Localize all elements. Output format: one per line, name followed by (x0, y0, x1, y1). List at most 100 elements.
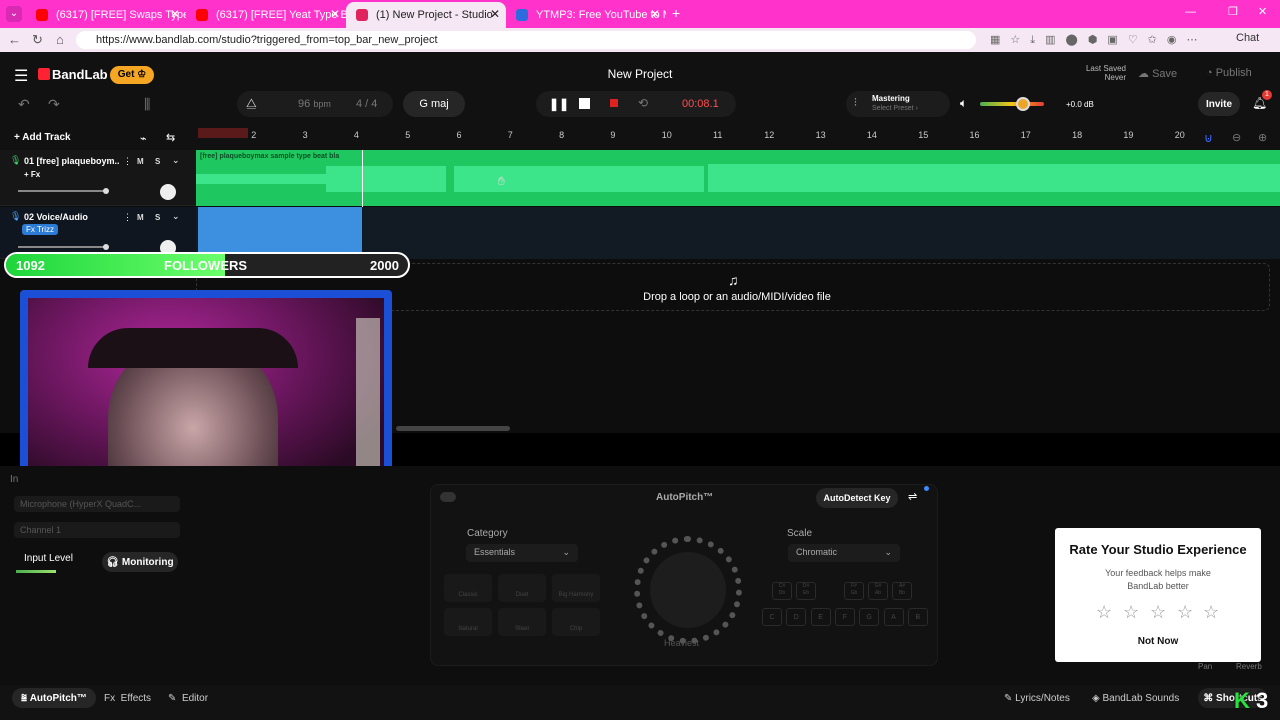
horizontal-scrollbar[interactable] (396, 426, 510, 431)
publish-button[interactable]: ◔ Publish (1206, 67, 1252, 79)
tab-3[interactable]: (1) New Project - Studio ✕ (346, 2, 506, 28)
sharp-key[interactable]: D# Eb (796, 582, 816, 600)
fx-chip[interactable]: Fx Trizz (22, 224, 58, 235)
mute-button[interactable]: M (137, 213, 144, 222)
track-1-name[interactable]: 01 [free] plaqueboym... (24, 156, 120, 166)
close-icon[interactable]: ✕ (490, 7, 500, 21)
note-key[interactable]: B (907, 608, 928, 626)
track-2-name[interactable]: 02 Voice/Audio (24, 212, 88, 222)
redo-icon[interactable]: ↷ (48, 96, 60, 113)
sharp-key[interactable]: C# Db (772, 582, 792, 600)
editor-tab[interactable]: ✎ Editor (168, 693, 208, 704)
timeline-ruler[interactable]: 1234567891011121314151617181920 (196, 128, 1280, 150)
star-2-icon[interactable]: ☆ (1123, 602, 1139, 623)
close-window-icon[interactable]: ✕ (1258, 5, 1267, 18)
save-button[interactable]: ☁ Save (1138, 67, 1177, 80)
magnet-icon[interactable]: ⊍ (1204, 131, 1213, 145)
autodetect-key-button[interactable]: AutoDetect Key (816, 488, 898, 508)
sharp-key[interactable]: G# Ab (868, 582, 888, 600)
zoom-in-icon[interactable]: ⊕ (1258, 131, 1267, 144)
time-signature[interactable]: 4 / 4 (356, 98, 377, 110)
note-key[interactable]: D (786, 608, 807, 626)
tab-1[interactable]: (6317) [FREE] Swaps Type Beat - "I✕ (26, 2, 186, 28)
star-5-icon[interactable]: ☆ (1203, 602, 1219, 623)
project-title[interactable]: New Project (560, 67, 720, 81)
automation-icon[interactable]: ⌁ (140, 132, 147, 145)
preset-button[interactable]: Chip (552, 608, 600, 636)
undo-icon[interactable]: ↶ (18, 96, 30, 113)
mute-button[interactable]: M (137, 157, 144, 166)
bpm-field[interactable]: 96 bpm (298, 98, 331, 110)
close-icon[interactable]: ✕ (650, 7, 660, 21)
preset-button[interactable]: Big Harmony (552, 574, 600, 602)
autopitch-toggle[interactable] (440, 492, 456, 502)
pause-button[interactable]: ❚❚ (549, 97, 569, 111)
close-icon[interactable]: ✕ (170, 7, 180, 21)
reload-icon[interactable]: ↻ (32, 32, 43, 48)
mixer-icon[interactable]: ⫼ (144, 96, 150, 113)
add-track-button[interactable]: + Add Track (14, 132, 71, 143)
settings-sliders-icon[interactable]: ⇌ (908, 490, 917, 503)
stop-button[interactable] (579, 98, 590, 109)
chevron-down-icon[interactable]: ⌄ (172, 211, 180, 222)
chat-button[interactable]: Chat (1236, 32, 1259, 44)
lyrics-button[interactable]: ✎ Lyrics/Notes (1004, 693, 1070, 704)
note-key[interactable]: E (810, 608, 831, 626)
channel-select[interactable]: Channel 1 (14, 522, 180, 538)
loop-region[interactable] (198, 128, 248, 138)
preset-button[interactable]: Duet (498, 574, 546, 602)
close-icon[interactable]: ✕ (330, 7, 340, 21)
bandlab-logo[interactable]: BandLab (52, 67, 108, 82)
scale-select[interactable]: Chromatic ⌄ (788, 544, 900, 562)
track-2-volume-slider[interactable] (18, 244, 109, 250)
tab-menu-icon[interactable]: ⌄ (6, 6, 22, 22)
note-key[interactable]: A (883, 608, 904, 626)
key-button[interactable]: G maj (403, 91, 465, 117)
track-menu-icon[interactable]: ⋮ (123, 156, 132, 167)
track-1-volume-slider[interactable] (18, 188, 109, 194)
minimize-icon[interactable]: — (1185, 6, 1196, 18)
filter-icon[interactable]: ⇆ (166, 131, 175, 144)
master-volume-slider[interactable] (980, 102, 1044, 106)
speaker-icon[interactable]: 🔈︎ (960, 96, 967, 111)
add-fx-button[interactable]: + Fx (24, 170, 40, 179)
preset-button[interactable]: Classic (444, 574, 492, 602)
loop-icon[interactable]: ⟲ (638, 96, 648, 110)
sharp-key[interactable]: F# Gb (844, 582, 864, 600)
home-icon[interactable]: ⌂ (56, 32, 64, 47)
invite-button[interactable]: Invite (1198, 92, 1240, 116)
browser-toolbar-icons[interactable]: ▦☆⤓▥⬤⬢▣♡✩◉⋯ (990, 33, 1208, 47)
track-1-pan-knob[interactable] (160, 184, 176, 200)
record-button[interactable] (610, 99, 618, 107)
track-menu-icon[interactable]: ⋮ (123, 212, 132, 223)
solo-button[interactable]: S (155, 157, 160, 166)
sharp-key[interactable]: A# Bb (892, 582, 912, 600)
url-field[interactable]: https://www.bandlab.com/studio?triggered… (76, 31, 976, 49)
master-volume-handle[interactable] (1016, 97, 1030, 111)
monitoring-button[interactable]: 🎧︎ Monitoring (102, 552, 178, 572)
note-key[interactable]: F (834, 608, 855, 626)
star-4-icon[interactable]: ☆ (1177, 602, 1193, 623)
solo-button[interactable]: S (155, 213, 160, 222)
preset-button[interactable]: Natural (444, 608, 492, 636)
new-tab-icon[interactable]: + (672, 5, 680, 21)
not-now-button[interactable]: Not Now (1055, 636, 1261, 647)
autopitch-knob[interactable] (650, 552, 726, 628)
effects-tab[interactable]: Fx Effects (104, 693, 151, 704)
maximize-icon[interactable]: ❐ (1228, 5, 1238, 18)
back-icon[interactable]: ← (8, 32, 21, 47)
chevron-down-icon[interactable]: ⌄ (172, 155, 180, 166)
zoom-out-icon[interactable]: ⊖ (1232, 131, 1241, 144)
sounds-button[interactable]: ◈ BandLab Sounds (1092, 693, 1179, 704)
tab-4[interactable]: YTMP3: Free YouTube to MP3 Con✕ (506, 2, 666, 28)
tab-2[interactable]: (6317) [FREE] Yeat Type Beat - "2!✕ (186, 2, 346, 28)
star-1-icon[interactable]: ☆ (1096, 602, 1112, 623)
input-device-select[interactable]: Microphone (HyperX QuadC... (14, 496, 180, 512)
star-3-icon[interactable]: ☆ (1150, 602, 1166, 623)
note-key[interactable]: G (859, 608, 880, 626)
metronome-icon[interactable]: ⧋ (246, 96, 257, 111)
autopitch-tab[interactable]: ⩰ AutoPitch™ (12, 688, 96, 708)
menu-icon[interactable]: ☰ (14, 66, 28, 86)
category-select[interactable]: Essentials ⌄ (466, 544, 578, 562)
get-button[interactable]: Get ♔ (110, 66, 154, 84)
